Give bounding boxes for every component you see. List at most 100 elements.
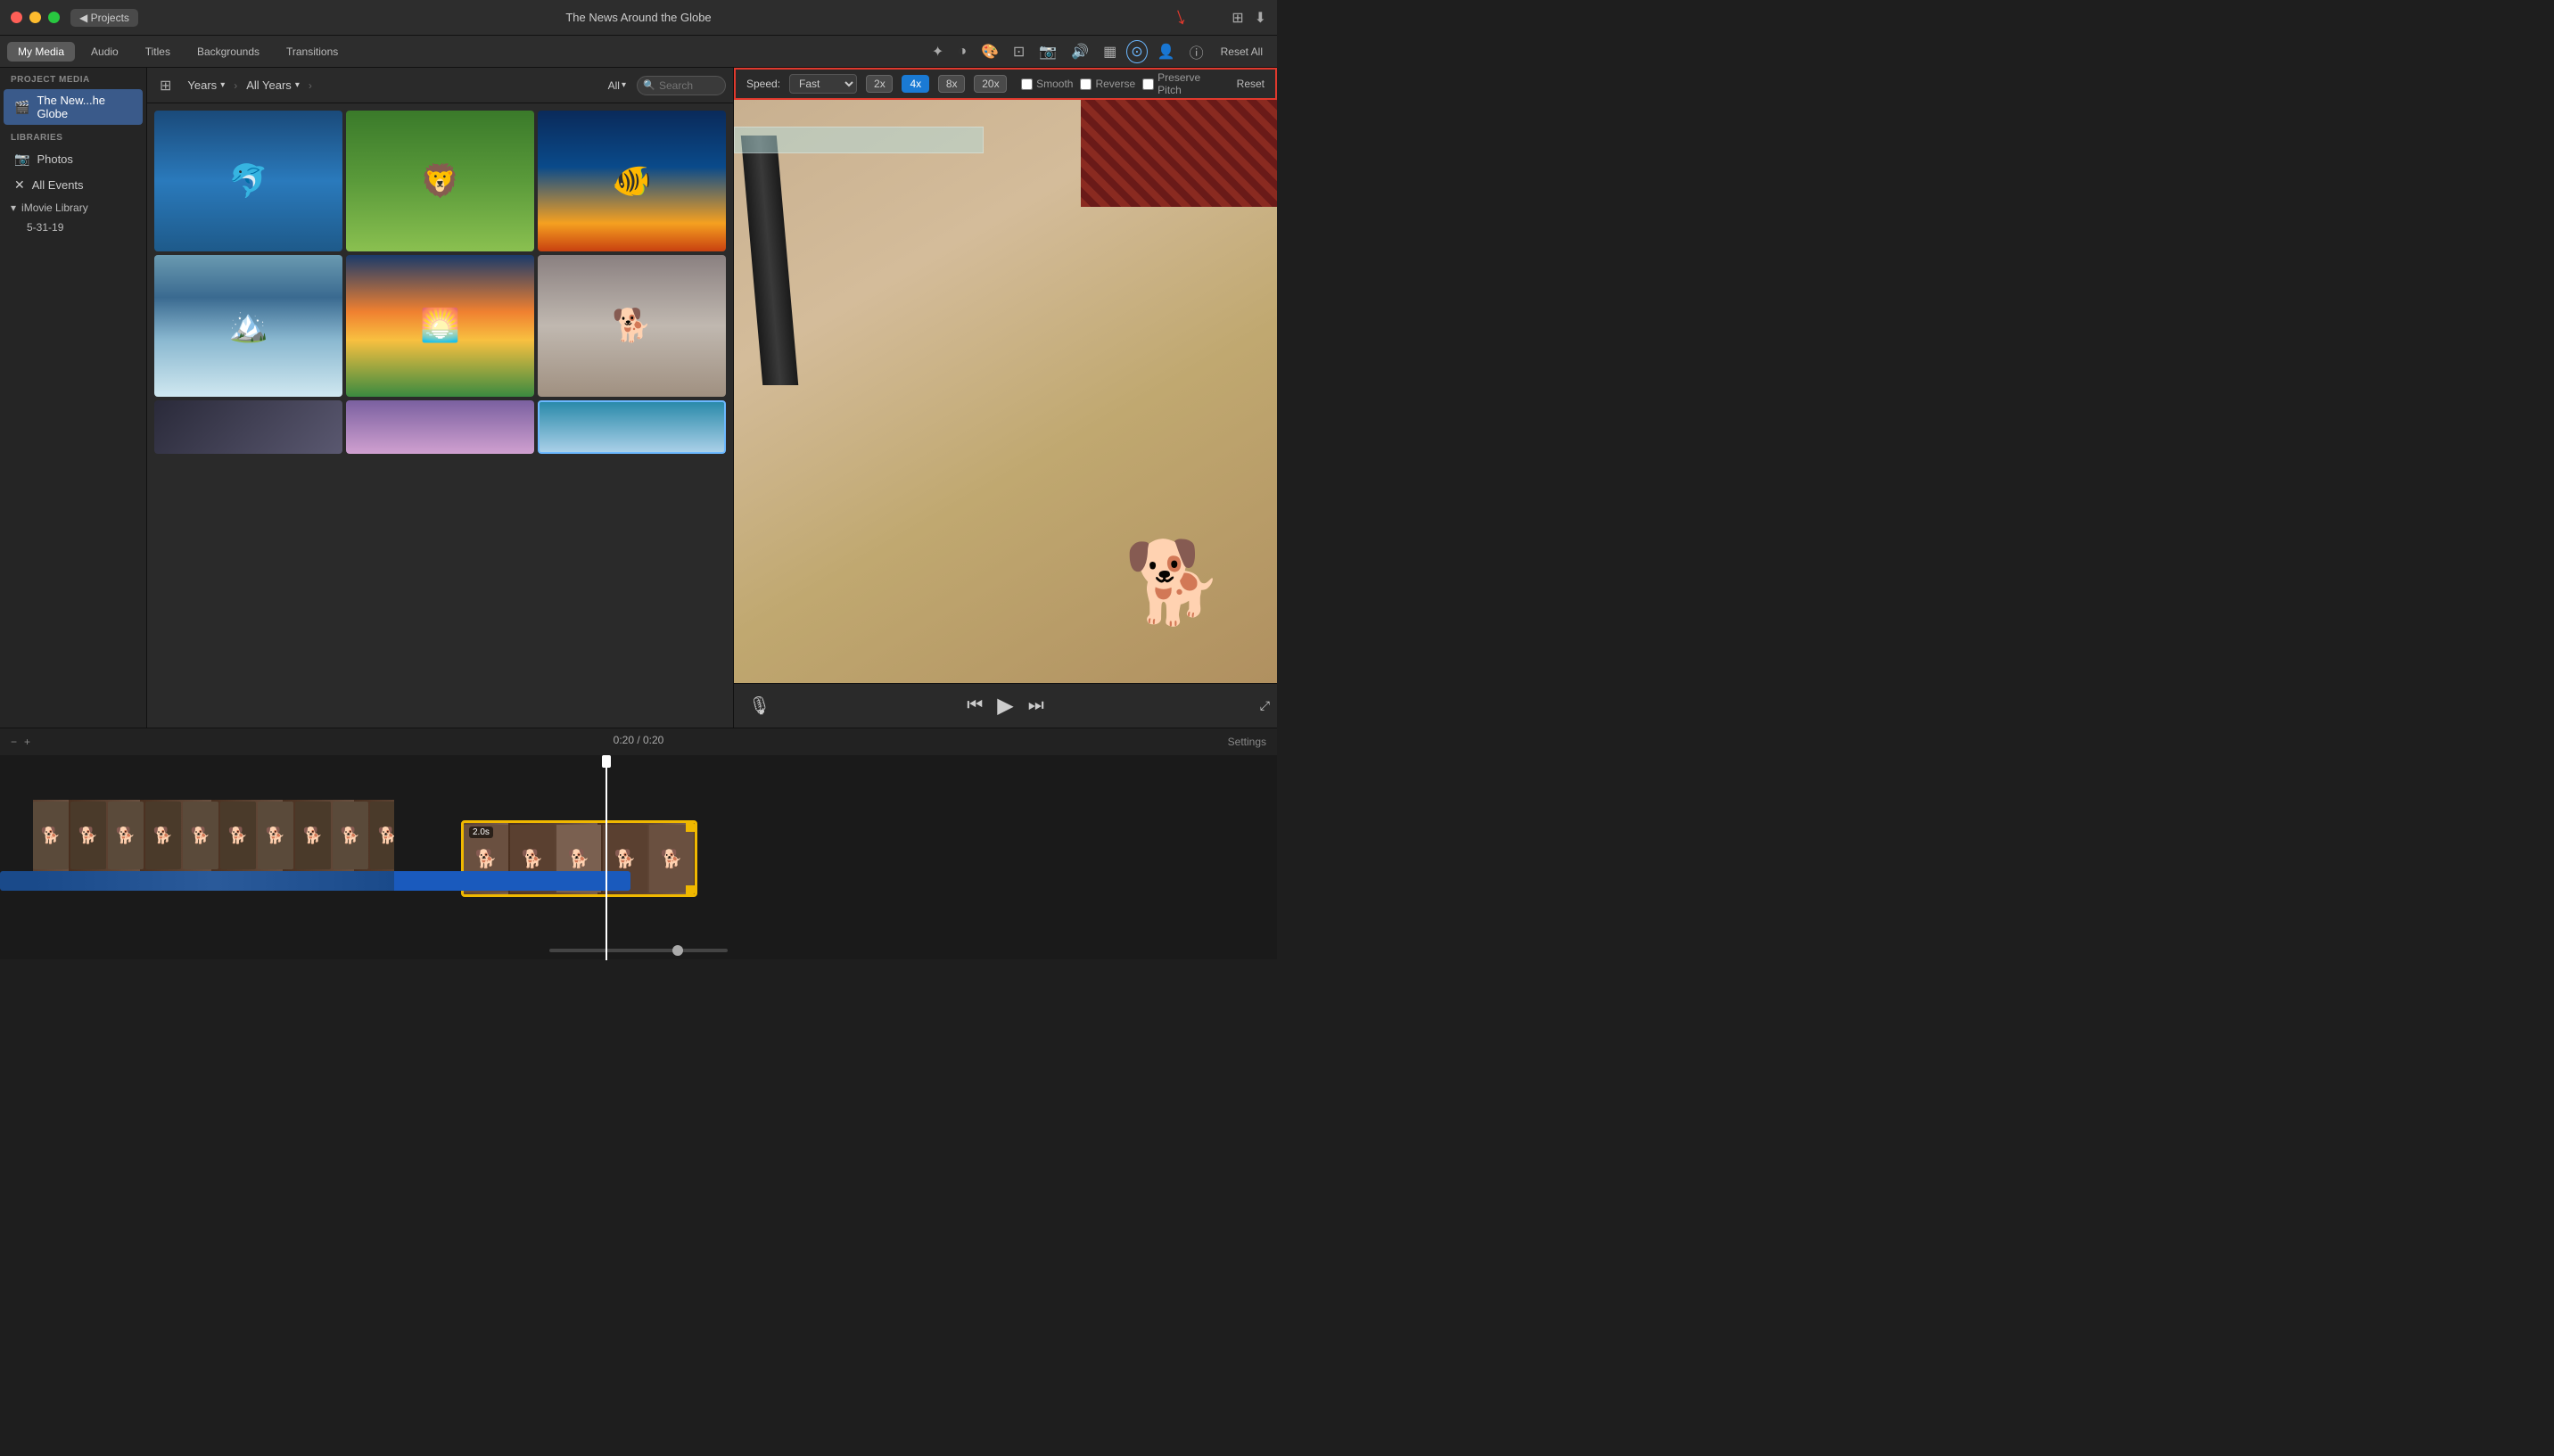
timeline: − + 0:20 / 0:20 Settings 🐕 🐕 🐕 🐕 🐕 🐕 — [0, 728, 1277, 959]
preserve-pitch-checkbox-label[interactable]: Preserve Pitch — [1142, 71, 1223, 96]
media-thumb-partial2[interactable] — [346, 400, 534, 454]
speed-4x-button[interactable]: 4x — [902, 75, 928, 93]
tab-titles[interactable]: Titles — [135, 42, 181, 62]
clip-main-strip[interactable]: 🐕 🐕 🐕 🐕 🐕 🐕 🐕 🐕 🐕 🐕 — [33, 800, 394, 871]
filter-bar: ⊞ Years ▾ › All Years ▾ › All ▾ — [147, 68, 733, 103]
media-thumb-fish[interactable]: 🐠 — [538, 111, 726, 251]
info-button[interactable]: ⓘ — [1185, 38, 1208, 65]
magic-wand-button[interactable]: ✦ — [927, 40, 948, 63]
mic-button[interactable]: 🎙 — [748, 695, 770, 717]
titlebar: ◀ Projects The News Around the Globe ⊞ ⬇… — [0, 0, 1277, 36]
sidebar-toggle-button[interactable]: ⊞ — [154, 75, 177, 96]
all-label: All — [608, 79, 620, 92]
minimize-button[interactable] — [29, 12, 41, 23]
sidebar-imovie-library[interactable]: ▾ iMovie Library — [0, 198, 146, 218]
fullscreen-button[interactable]: ⤢ — [1260, 698, 1270, 713]
sidebar-library-date[interactable]: 5-31-19 — [0, 218, 146, 237]
lion-emoji: 🦁 — [420, 162, 460, 200]
play-button[interactable]: ▶ — [997, 693, 1013, 719]
all-years-filter[interactable]: All Years ▾ — [239, 76, 307, 95]
timeline-header: − + 0:20 / 0:20 Settings — [0, 728, 1277, 755]
audio-segment-selected — [394, 871, 630, 891]
tab-my-media[interactable]: My Media — [7, 42, 75, 62]
selected-frame: 🐕 — [649, 825, 694, 893]
table-glass — [734, 127, 984, 153]
all-filter-button[interactable]: All ▾ — [603, 78, 631, 94]
all-events-icon: ✕ — [14, 177, 25, 193]
skip-back-button[interactable]: ⏮ — [967, 695, 983, 716]
tab-transitions[interactable]: Transitions — [276, 42, 349, 62]
thumb-inner: 🏔️ — [154, 255, 342, 396]
palette-button[interactable]: 🎨 — [976, 40, 1003, 63]
speed-2x-button[interactable]: 2x — [866, 75, 893, 93]
tab-backgrounds[interactable]: Backgrounds — [186, 42, 270, 62]
thumb-inner: 🐬 — [154, 111, 342, 251]
media-grid: 🐬 🦁 🐠 🏔️ 🌅 — [147, 103, 733, 728]
maximize-button[interactable] — [48, 12, 60, 23]
media-thumb-lion[interactable]: 🦁 — [346, 111, 534, 251]
audio-segment-2 — [33, 871, 394, 891]
crop-button[interactable]: ⊡ — [1009, 40, 1029, 63]
tab-audio[interactable]: Audio — [80, 42, 129, 62]
speed-select[interactable]: Slow Normal Fast Custom — [789, 74, 857, 94]
frame-thumb: 🐕 — [333, 802, 368, 869]
timeline-zoom-in[interactable]: + — [24, 736, 30, 748]
playhead-line — [606, 755, 607, 960]
reverse-checkbox-label[interactable]: Reverse — [1080, 78, 1135, 90]
media-thumb-partial3[interactable] — [538, 400, 726, 454]
audio-track — [0, 871, 630, 891]
clip-handle-bottom-right[interactable] — [686, 885, 695, 894]
media-thumb-dog[interactable]: 🐕 — [538, 255, 726, 396]
settings-label[interactable]: Settings — [1228, 736, 1266, 748]
camera-button[interactable]: 📷 — [1034, 40, 1061, 63]
speed-label: Speed: — [746, 78, 780, 90]
smooth-checkbox-label[interactable]: Smooth — [1021, 78, 1073, 90]
speed-20x-button[interactable]: 20x — [974, 75, 1007, 93]
preserve-pitch-checkbox[interactable] — [1142, 78, 1154, 90]
reverse-checkbox[interactable] — [1080, 78, 1092, 90]
all-events-label: All Events — [32, 178, 84, 192]
reset-all-button[interactable]: Reset All — [1214, 43, 1270, 61]
media-thumb-ice[interactable]: 🏔️ — [154, 255, 342, 396]
breadcrumb: Years ▾ › All Years ▾ › — [180, 76, 313, 95]
timeline-body: 🐕 🐕 🐕 🐕 🐕 🐕 🐕 🐕 🐕 🐕 2.0s 🐕 🐕 — [0, 755, 1277, 960]
years-label: Years — [187, 78, 217, 92]
thumb-inner: 🌅 — [346, 255, 534, 396]
audio-button[interactable]: 🔊 — [1067, 40, 1093, 63]
media-thumb-dolphin[interactable]: 🐬 — [154, 111, 342, 251]
fish-emoji: 🐠 — [612, 162, 652, 200]
clip-duration-label: 2.0s — [469, 827, 493, 838]
years-filter[interactable]: Years ▾ — [180, 76, 232, 95]
color-button[interactable]: ◑ — [953, 41, 971, 62]
speed-8x-button[interactable]: 8x — [938, 75, 965, 93]
frame-thumb: 🐕 — [145, 802, 181, 869]
skip-forward-button[interactable]: ⏭ — [1028, 695, 1044, 716]
thumb-inner: 🐠 — [538, 111, 726, 251]
smooth-checkbox[interactable] — [1021, 78, 1033, 90]
frame-thumb: 🐕 — [108, 802, 144, 869]
preserve-pitch-label: Preserve Pitch — [1158, 71, 1223, 96]
chart-button[interactable]: ▦ — [1099, 40, 1121, 63]
media-thumb-sunset[interactable]: 🌅 — [346, 255, 534, 396]
close-button[interactable] — [11, 12, 22, 23]
content-area: ⊞ Years ▾ › All Years ▾ › All ▾ — [147, 68, 733, 728]
sidebar-item-project[interactable]: 🎬 The New...he Globe — [4, 89, 143, 125]
project-media-label: PROJECT MEDIA — [0, 68, 146, 88]
sidebar-item-photos[interactable]: 📷 Photos — [4, 147, 143, 171]
thumb-inner: 🐕 — [538, 255, 726, 396]
breadcrumb-arrow: › — [232, 79, 239, 92]
red-arrow-indicator: ↓ — [1169, 1, 1190, 32]
projects-button[interactable]: ◀ Projects — [70, 9, 138, 27]
speed-button[interactable]: ⊙ — [1126, 40, 1147, 63]
media-thumb-partial1[interactable] — [154, 400, 342, 454]
speed-reset-button[interactable]: Reset — [1237, 78, 1265, 90]
person-button[interactable]: 👤 — [1153, 40, 1180, 63]
clip-handle-top-right[interactable] — [686, 823, 695, 832]
grid-view-button[interactable]: ⊞ — [1228, 5, 1247, 30]
smooth-label: Smooth — [1036, 78, 1073, 90]
sidebar-item-all-events[interactable]: ✕ All Events — [4, 173, 143, 197]
frame-thumb: 🐕 — [183, 802, 218, 869]
timeline-zoom-out[interactable]: − — [11, 736, 17, 748]
import-button[interactable]: ⬇ — [1251, 5, 1270, 30]
timeline-track: 🐕 🐕 🐕 🐕 🐕 🐕 🐕 🐕 🐕 🐕 2.0s 🐕 🐕 — [0, 791, 1277, 880]
